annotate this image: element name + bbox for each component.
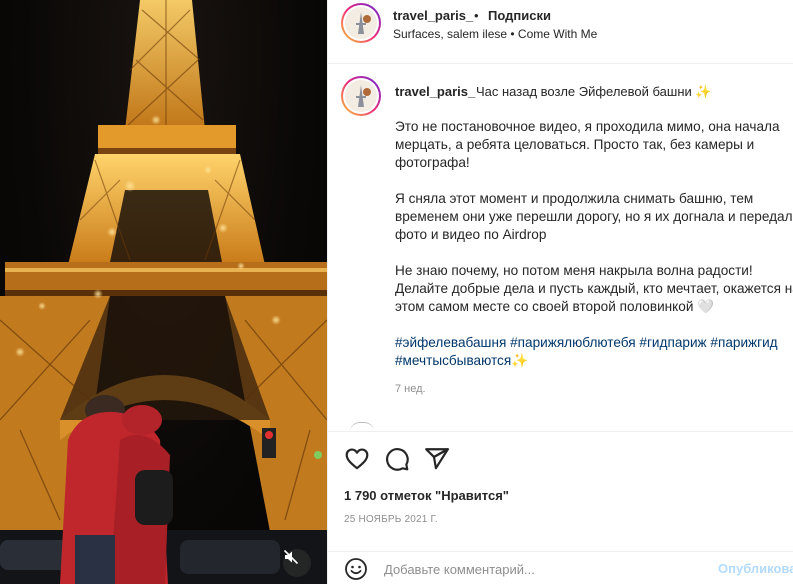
comment-bar: Опубликовать <box>328 551 793 584</box>
caption-paragraph: Не знаю почему, но потом меня накрыла во… <box>395 263 793 314</box>
post-video[interactable] <box>0 0 327 584</box>
avatar[interactable] <box>341 3 381 43</box>
separator-dot: • <box>474 8 479 23</box>
publish-button[interactable]: Опубликовать <box>718 561 793 576</box>
caption-first-line: Час назад возле Эйфелевой башни ✨ <box>476 84 712 99</box>
next-comment-avatar <box>350 422 374 430</box>
post-date: 25 НОЯБРЬ 2021 Г. <box>344 514 438 525</box>
share-icon[interactable] <box>424 446 450 472</box>
caption-area: travel_paris_ Час назад возле Эйфелевой … <box>328 65 793 430</box>
audio-track-link[interactable]: Surfaces, salem ilese • Come With Me <box>393 27 597 41</box>
comment-icon[interactable] <box>384 446 410 472</box>
post-details-pane: travel_paris_ • Подписки Surfaces, salem… <box>327 0 793 584</box>
caption-username-link[interactable]: travel_paris_ <box>395 84 475 99</box>
speaker-muted-icon <box>283 549 299 565</box>
caption-paragraph: Это не постановочное видео, я проходила … <box>395 119 780 170</box>
eiffel-avatar-icon <box>356 85 371 107</box>
eiffel-tower-scene <box>0 0 327 584</box>
caption-paragraph: Я сняла этот момент и продолжила снимать… <box>395 191 793 242</box>
eiffel-avatar-icon <box>356 12 371 34</box>
following-button[interactable]: Подписки <box>488 8 551 23</box>
post-header: travel_paris_ • Подписки Surfaces, salem… <box>328 0 793 64</box>
like-count[interactable]: 1 790 отметок "Нравится" <box>344 488 509 503</box>
mute-button[interactable] <box>283 549 311 577</box>
emoji-icon[interactable] <box>344 557 368 581</box>
caption-timestamp[interactable]: 7 нед. <box>395 383 426 395</box>
caption-avatar[interactable] <box>341 76 381 116</box>
caption-body: Это не постановочное видео, я проходила … <box>395 118 793 388</box>
heart-icon[interactable] <box>344 446 370 472</box>
comment-input[interactable] <box>384 558 714 580</box>
username-link[interactable]: travel_paris_ <box>393 8 473 23</box>
action-bar: 1 790 отметок "Нравится" 25 НОЯБРЬ 2021 … <box>328 431 793 551</box>
hashtag-links[interactable]: #эйфелевабашня #парижялюблютебя #гидпари… <box>395 334 793 370</box>
